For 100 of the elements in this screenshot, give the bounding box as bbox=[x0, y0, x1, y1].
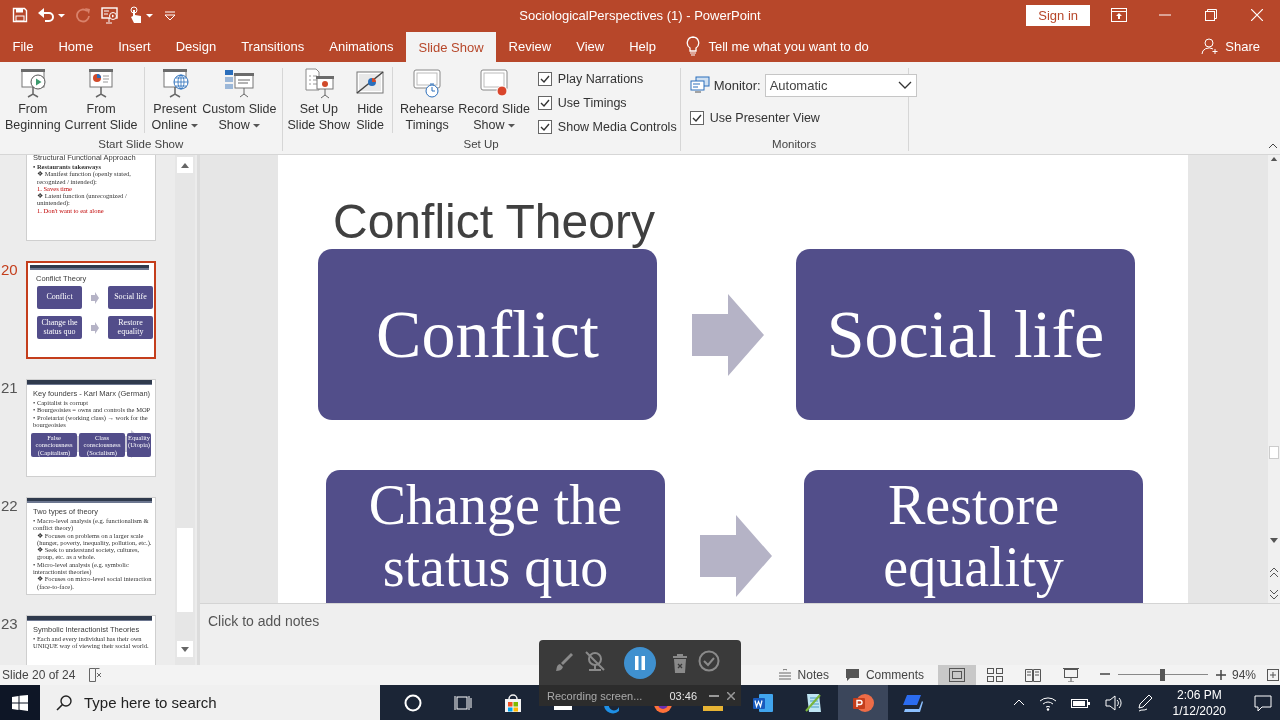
document-x-icon[interactable] bbox=[89, 668, 104, 682]
projector-document-icon[interactable] bbox=[302, 67, 335, 99]
checkbox-label[interactable]: Show Media Controls bbox=[557, 119, 677, 134]
up-arrow-icon[interactable] bbox=[181, 162, 189, 168]
chevron-up-icon[interactable] bbox=[1012, 699, 1025, 706]
notes-button[interactable]: Notes bbox=[769, 665, 837, 685]
comments-button[interactable]: Comments bbox=[836, 665, 932, 685]
ribbon-tab[interactable]: Insert bbox=[105, 30, 164, 62]
battery-icon[interactable] bbox=[1070, 696, 1091, 709]
previous-slide-icon[interactable] bbox=[1270, 568, 1278, 577]
up-arrow-icon[interactable] bbox=[1270, 157, 1278, 162]
scroll-down-button[interactable] bbox=[177, 641, 193, 657]
person-add-icon[interactable] bbox=[1201, 37, 1220, 55]
zoom-level[interactable]: 94% bbox=[1231, 668, 1256, 682]
speech-bubble-icon[interactable] bbox=[844, 668, 860, 682]
monitor-dropdown[interactable]: Automatic bbox=[764, 73, 917, 97]
windows-icon[interactable] bbox=[12, 694, 28, 711]
normal-view-icon[interactable] bbox=[948, 668, 965, 682]
slide-thumbnail[interactable] bbox=[26, 379, 156, 477]
diagram-box: Conflict bbox=[37, 286, 82, 309]
ribbon-tab[interactable]: Transitions bbox=[228, 30, 317, 62]
down-arrow-icon[interactable] bbox=[181, 646, 189, 652]
close-icon[interactable] bbox=[727, 691, 735, 700]
recording-status: Recording screen... bbox=[547, 689, 643, 702]
search-field[interactable]: Type here to search bbox=[40, 685, 380, 720]
search-input[interactable]: Type here to search bbox=[84, 694, 364, 711]
slide-title[interactable]: Conflict Theory bbox=[278, 195, 1188, 249]
start-button[interactable] bbox=[0, 685, 40, 720]
sign-in-button[interactable]: Sign in bbox=[1026, 4, 1090, 26]
checkbox-label[interactable]: Play Narrations bbox=[557, 71, 644, 86]
screen-clock-icon[interactable] bbox=[411, 67, 444, 99]
webcam-off-icon[interactable] bbox=[584, 649, 606, 672]
ribbon-tab[interactable]: Review bbox=[496, 30, 564, 62]
checkbox[interactable] bbox=[689, 110, 704, 125]
down-arrow-icon[interactable] bbox=[1270, 538, 1278, 543]
checkbox-label[interactable]: Use Timings bbox=[557, 95, 627, 110]
undo-icon[interactable] bbox=[38, 7, 55, 23]
ribbon-tab[interactable]: File bbox=[0, 30, 46, 62]
checkbox[interactable] bbox=[537, 95, 552, 110]
caret-icon[interactable] bbox=[253, 121, 261, 129]
diagram-box[interactable]: Social life bbox=[796, 249, 1135, 420]
collapse-ribbon-icon[interactable] bbox=[1268, 143, 1278, 149]
share-button[interactable]: Share bbox=[1195, 30, 1266, 62]
notification-icon[interactable] bbox=[1254, 693, 1272, 712]
checkbox-label[interactable]: Use Presenter View bbox=[709, 110, 820, 125]
scrollbar-thumb[interactable] bbox=[177, 528, 193, 612]
ribbon-button[interactable]: Rehearse Timings bbox=[392, 67, 457, 133]
scrollbar-thumb[interactable] bbox=[1269, 446, 1279, 459]
checkbox[interactable] bbox=[537, 119, 552, 134]
slide-sorter-icon[interactable] bbox=[986, 668, 1003, 682]
diagram-box[interactable]: Restore equality bbox=[804, 470, 1143, 603]
hand-icon[interactable] bbox=[129, 6, 143, 24]
next-slide-icon[interactable] bbox=[1270, 590, 1278, 599]
ribbon-tab[interactable]: Help bbox=[616, 30, 669, 62]
check-circle-icon[interactable] bbox=[698, 649, 720, 672]
save-icon[interactable] bbox=[12, 7, 28, 23]
ribbon-display-icon[interactable] bbox=[1111, 8, 1127, 22]
scroll-up-button[interactable] bbox=[177, 157, 193, 173]
ribbon-tab[interactable]: Design bbox=[163, 30, 229, 62]
ribbon-button[interactable]: Record Slide Show bbox=[456, 67, 532, 133]
pause-button[interactable] bbox=[624, 646, 656, 679]
zoom-in-icon[interactable] bbox=[1215, 670, 1226, 680]
search-field[interactable]: Tell me what you want to do bbox=[708, 38, 909, 54]
ribbon-tab[interactable]: Animations bbox=[316, 30, 407, 62]
clock-date[interactable]: 1/12/2020 bbox=[1172, 702, 1226, 719]
view-button[interactable] bbox=[937, 665, 976, 685]
chevron-down-icon[interactable] bbox=[897, 81, 912, 89]
caret-icon[interactable] bbox=[507, 121, 515, 129]
pen-icon[interactable] bbox=[1136, 693, 1153, 712]
checkbox[interactable] bbox=[537, 71, 552, 86]
wifi-icon[interactable] bbox=[1038, 694, 1057, 711]
ribbon-button[interactable]: From Current Slide bbox=[62, 67, 140, 133]
screen-record-icon[interactable] bbox=[478, 67, 511, 99]
search-icon[interactable] bbox=[56, 694, 72, 711]
ribbon-tab[interactable]: Slide Show bbox=[406, 32, 497, 62]
ribbon-button[interactable]: Set Up Slide Show bbox=[285, 67, 353, 133]
ribbon-button[interactable]: Present Online bbox=[143, 67, 201, 133]
ribbon-button[interactable]: Hide Slide bbox=[352, 67, 389, 133]
caret-icon[interactable] bbox=[191, 121, 199, 129]
diagram-box[interactable]: Conflict bbox=[318, 249, 657, 420]
ribbon-button[interactable]: Custom Slide Show bbox=[200, 67, 279, 133]
slide-thumbnail[interactable] bbox=[26, 497, 156, 595]
clock-time[interactable]: 2:06 PM bbox=[1176, 686, 1222, 703]
reading-view-icon[interactable] bbox=[1024, 668, 1041, 682]
projector-list-icon[interactable] bbox=[223, 67, 256, 99]
volume-icon[interactable] bbox=[1104, 694, 1123, 711]
notes-placeholder[interactable]: Click to add notes bbox=[208, 613, 320, 629]
presenter-icon[interactable] bbox=[101, 6, 119, 24]
diagram-box[interactable]: Change the status quo bbox=[326, 470, 665, 603]
lightbulb-icon[interactable] bbox=[686, 36, 701, 56]
slide-thumbnail[interactable] bbox=[26, 155, 156, 241]
ribbon-tab[interactable]: View bbox=[563, 30, 617, 62]
slide-number: 21 bbox=[0, 379, 19, 398]
trash-icon[interactable] bbox=[672, 652, 688, 673]
fit-slide-icon[interactable] bbox=[1266, 668, 1280, 682]
restore-icon[interactable] bbox=[1205, 9, 1217, 21]
slide-show-icon[interactable] bbox=[1062, 668, 1079, 682]
ribbon-button[interactable]: From Beginning bbox=[3, 67, 63, 133]
ribbon-tab[interactable]: Home bbox=[45, 30, 106, 62]
brush-icon[interactable] bbox=[555, 652, 575, 673]
